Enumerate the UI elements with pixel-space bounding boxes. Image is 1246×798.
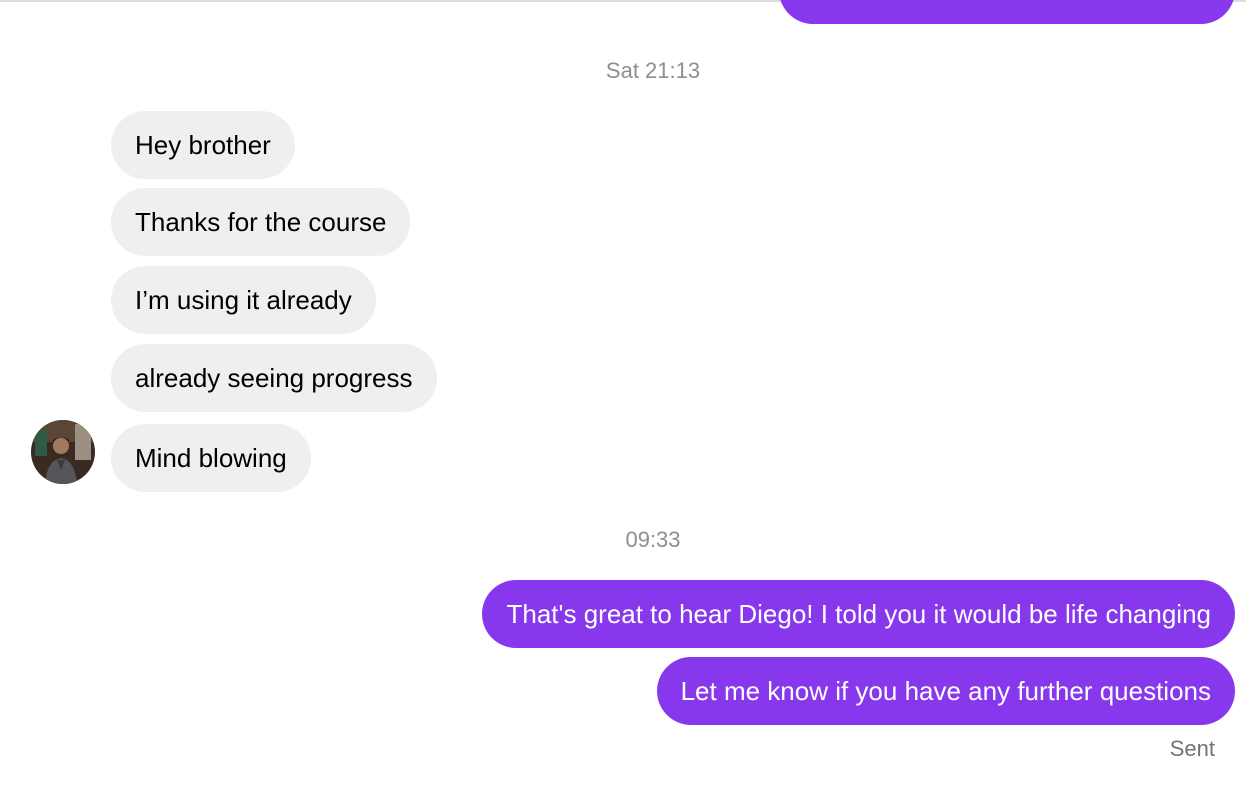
message-status: Sent — [1169, 736, 1215, 761]
message-bubble-incoming[interactable]: Mind blowing — [111, 424, 311, 492]
message-bubble-incoming[interactable]: I’m using it already — [111, 266, 376, 334]
sender-avatar[interactable] — [31, 420, 95, 484]
message-text: Thanks for the course — [135, 206, 387, 237]
message-text: already seeing progress — [135, 362, 413, 393]
message-text: Hey brother — [135, 129, 271, 160]
message-bubble-incoming[interactable]: already seeing progress — [111, 344, 437, 412]
message-bubble-incoming[interactable]: Thanks for the course — [111, 188, 411, 256]
message-text: That's great to hear Diego! I told you i… — [506, 598, 1211, 629]
message-text: I’m using it already — [135, 284, 352, 315]
day-separator-timestamp: Sat 21:13 — [605, 58, 701, 83]
message-bubble-outgoing[interactable]: Let me know if you have any further ques… — [656, 657, 1235, 725]
time-separator-timestamp: 09:33 — [625, 527, 681, 552]
message-text: Mind blowing — [135, 442, 287, 473]
message-text: Let me know if you have any further ques… — [680, 675, 1211, 706]
avatar-photo — [31, 420, 95, 484]
message-bubble-incoming[interactable]: Hey brother — [111, 111, 295, 179]
message-bubble-outgoing-partial[interactable] — [779, 0, 1235, 24]
message-bubble-outgoing[interactable]: That's great to hear Diego! I told you i… — [482, 580, 1235, 648]
